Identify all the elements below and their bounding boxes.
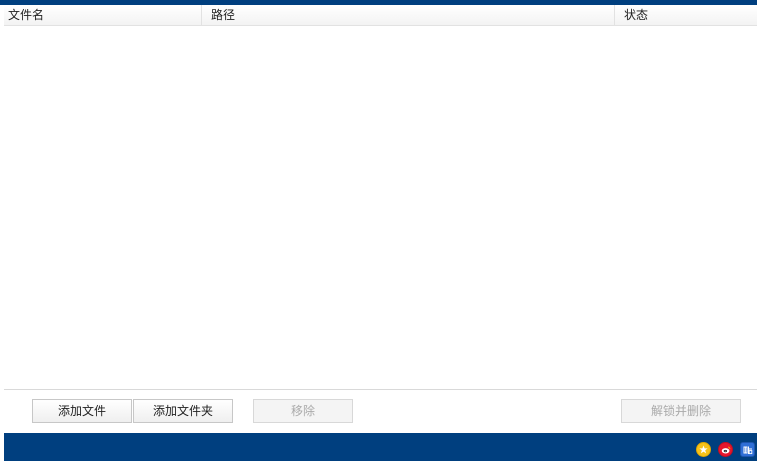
add-file-button[interactable]: 添加文件 [32,399,132,423]
file-list-body[interactable] [4,26,757,388]
tieba-icon-glyph [743,446,752,454]
weibo-icon[interactable] [718,442,733,457]
remove-button[interactable]: 移除 [253,399,353,423]
unlock-and-delete-button[interactable]: 解锁并删除 [621,399,741,423]
add-folder-button[interactable]: 添加文件夹 [133,399,233,423]
file-list-header: 文件名 路径 状态 [4,5,757,26]
star-icon[interactable] [696,442,711,457]
column-header-status[interactable]: 状态 [615,5,757,25]
footer-bar [4,433,757,461]
tieba-icon[interactable] [740,442,755,457]
column-header-filename[interactable]: 文件名 [4,5,202,25]
weibo-icon-glyph [721,446,730,453]
star-icon-glyph [699,445,708,454]
divider [4,389,757,390]
file-unlocker-window: 文件名 路径 状态 添加文件 添加文件夹 移除 解锁并删除 [0,0,757,461]
column-header-path[interactable]: 路径 [202,5,615,25]
